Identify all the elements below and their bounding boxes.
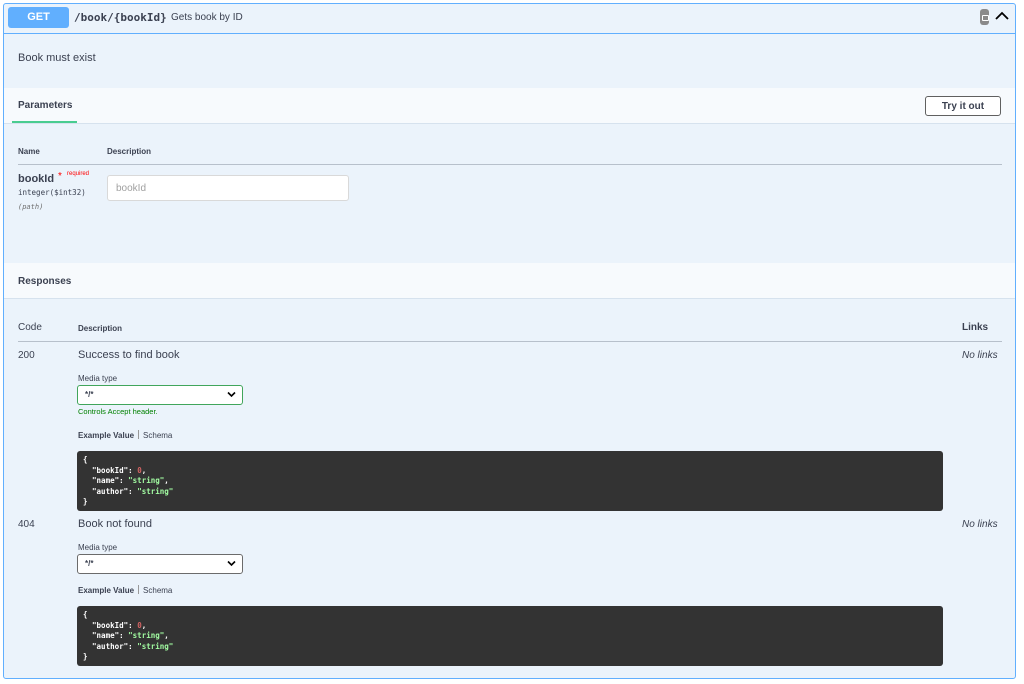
chevron-down-icon [227, 391, 236, 398]
param-required-star: * [58, 171, 62, 182]
response-code: 404 [18, 519, 35, 530]
json-open-brace: { [83, 610, 88, 619]
media-type-value: */* [85, 390, 94, 399]
bookid-input[interactable] [107, 175, 349, 201]
json-close-brace: } [83, 497, 88, 506]
json-key-bookid: "bookId" [92, 620, 129, 630]
json-value-author: "string" [137, 486, 174, 496]
media-type-select[interactable]: */* [77, 385, 243, 405]
media-type-select[interactable]: */* [77, 554, 243, 574]
chevron-up-icon[interactable] [994, 6, 1010, 26]
response-code: 200 [18, 350, 35, 361]
try-it-out-button[interactable]: Try it out [925, 96, 1001, 116]
tab-parameters-label: Parameters [18, 100, 73, 111]
resp-header-divider [18, 341, 1002, 342]
resp-col-code: Code [18, 322, 42, 333]
resp-col-links: Links [962, 322, 989, 333]
operation-description: Book must exist [18, 52, 96, 64]
media-type-label: Media type [78, 374, 118, 383]
operation-summary-text: Gets book by ID [171, 12, 243, 23]
param-type: integer($int32) [18, 188, 86, 197]
json-open-brace: { [83, 455, 88, 464]
chevron-down-icon [227, 560, 236, 567]
operation-path: /book/{bookId} [74, 11, 167, 24]
json-value-name: "string" [128, 476, 165, 485]
tab-separator [138, 430, 140, 439]
json-key-name: "name" [92, 631, 120, 640]
json-value-name: "string" [128, 631, 165, 640]
json-key-author: "author" [92, 486, 129, 496]
json-close-brace: } [83, 652, 88, 661]
param-name: bookId [18, 173, 55, 185]
tab-separator [138, 585, 140, 594]
json-comma: , [164, 631, 169, 640]
param-col-name: Name [18, 147, 40, 156]
accept-header-note: Controls Accept header. [78, 407, 158, 416]
media-type-value: */* [85, 559, 94, 568]
response-links: No links [962, 350, 998, 361]
responses-header: Responses [4, 263, 1015, 299]
operation-block: GET /book/{bookId} Gets book by ID Book … [3, 3, 1016, 679]
operation-summary[interactable]: GET /book/{bookId} Gets book by ID [4, 4, 1015, 34]
json-comma: , [141, 465, 147, 475]
response-description: Success to find book [78, 349, 180, 361]
tab-schema[interactable]: Schema [143, 586, 172, 595]
example-code-block: { "bookId": 0, "name": "string", "author… [77, 451, 943, 511]
param-required-label: required [67, 171, 90, 177]
example-schema-tabs: Example Value Schema [78, 585, 172, 595]
param-location: (path) [18, 203, 44, 211]
tab-parameters[interactable]: Parameters [12, 88, 77, 123]
tab-example-value[interactable]: Example Value [78, 586, 134, 595]
tab-schema[interactable]: Schema [143, 431, 172, 440]
json-comma: , [141, 620, 147, 630]
param-col-description: Description [107, 147, 152, 156]
json-key-author: "author" [92, 641, 129, 651]
json-key-bookid: "bookId" [92, 465, 129, 475]
response-links: No links [962, 519, 998, 530]
resp-col-description: Description [78, 324, 123, 333]
json-comma: , [164, 476, 169, 485]
param-header-divider [18, 164, 1002, 165]
responses-title: Responses [18, 276, 72, 287]
json-value-author: "string" [137, 641, 174, 651]
json-key-name: "name" [92, 476, 120, 485]
parameters-header: Parameters Try it out [4, 88, 1015, 124]
media-type-label: Media type [78, 543, 118, 552]
example-code-block: { "bookId": 0, "name": "string", "author… [77, 606, 943, 666]
method-badge: GET [8, 7, 69, 28]
lock-icon[interactable] [980, 9, 989, 25]
example-schema-tabs: Example Value Schema [78, 430, 172, 440]
tab-example-value[interactable]: Example Value [78, 431, 134, 440]
response-description: Book not found [78, 518, 153, 530]
